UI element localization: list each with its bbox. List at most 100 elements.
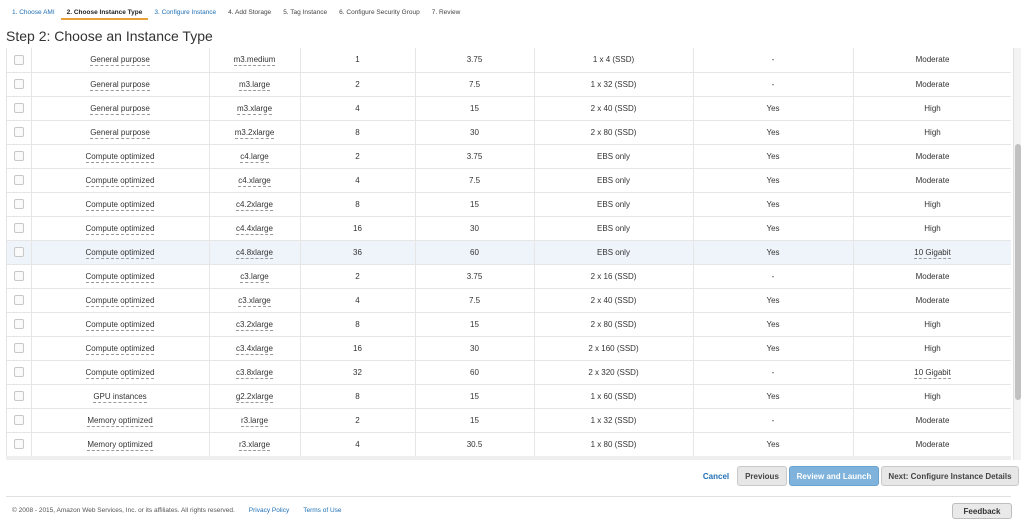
network-performance-cell: Moderate	[853, 432, 1011, 457]
memory-cell-text: 30	[470, 223, 479, 233]
table-row[interactable]: Memory optimized r3.large 2 15 1 x 32 (SSD) -…	[7, 408, 1011, 433]
ebs-optimized-cell-text: Yes	[766, 391, 780, 401]
instance-family-cell-text: Compute optimized	[85, 175, 155, 187]
instance-type-cell: r3.large	[209, 408, 301, 433]
wizard-step-configure-instance[interactable]: 3. Configure Instance	[148, 0, 222, 20]
table-row[interactable]: Compute optimized c3.4xlarge 16 30 2 x 160 (…	[7, 336, 1011, 361]
row-select-checkbox[interactable]	[13, 247, 24, 257]
instance-storage-cell-text: 2 x 80 (SSD)	[590, 127, 637, 137]
instance-type-cell: m3.xlarge	[209, 96, 301, 121]
ebs-optimized-cell-text: Yes	[766, 199, 780, 209]
scrollbar-thumb[interactable]	[1015, 144, 1021, 400]
row-select-checkbox[interactable]	[13, 271, 24, 281]
vcpus-cell-text: 8	[355, 127, 360, 137]
network-performance-cell-text: High	[924, 391, 941, 401]
row-select-checkbox[interactable]	[13, 54, 24, 65]
row-select-checkbox[interactable]	[13, 343, 24, 353]
instance-type-cell: c3.large	[209, 264, 301, 289]
instance-type-cell: m3.medium	[209, 48, 301, 73]
table-row[interactable]: Compute optimized c4.8xlarge 36 60 EBS only Y…	[7, 240, 1011, 265]
wizard-step-configure-security-group[interactable]: 6. Configure Security Group	[333, 0, 426, 20]
table-row[interactable]: Memory optimized r3.xlarge 4 30.5 1 x 80 (SS…	[7, 432, 1011, 457]
wizard-step-choose-ami[interactable]: 1. Choose AMI	[6, 0, 61, 20]
vcpus-cell-text: 8	[355, 391, 360, 401]
terms-of-use-link[interactable]: Terms of Use	[303, 507, 341, 514]
ebs-optimized-cell-text: Yes	[766, 247, 780, 257]
privacy-policy-link[interactable]: Privacy Policy	[249, 507, 289, 514]
instance-family-cell: Compute optimized	[31, 240, 210, 265]
memory-cell: 60	[415, 360, 535, 385]
row-select-checkbox[interactable]	[13, 439, 24, 449]
vcpus-cell: 8	[300, 120, 416, 145]
instance-type-cell: m3.large	[209, 72, 301, 97]
previous-button[interactable]: Previous	[737, 466, 787, 486]
instance-storage-cell-text: 2 x 40 (SSD)	[590, 295, 637, 305]
horizontal-scrollbar[interactable]	[6, 456, 1011, 460]
instance-storage-cell: 1 x 32 (SSD)	[534, 408, 694, 433]
instance-family-cell: Compute optimized	[31, 264, 210, 289]
row-select-checkbox[interactable]	[13, 295, 24, 305]
table-row[interactable]: GPU instances g2.2xlarge 8 15 1 x 60 (SSD) Ye…	[7, 384, 1011, 409]
instance-storage-cell-text: 2 x 160 (SSD)	[588, 343, 639, 353]
table-row[interactable]: General purpose m3.2xlarge 8 30 2 x 80 (SSD)…	[7, 120, 1011, 145]
table-row[interactable]: Compute optimized c3.2xlarge 8 15 2 x 80 (SS…	[7, 312, 1011, 337]
row-select-cell	[7, 432, 32, 457]
next-configure-instance-details-button[interactable]: Next: Configure Instance Details	[881, 466, 1019, 486]
table-row[interactable]: Compute optimized c3.xlarge 4 7.5 2 x 40 (SS…	[7, 288, 1011, 313]
instance-family-cell-text: Compute optimized	[85, 319, 155, 331]
instance-storage-cell-text: 1 x 60 (SSD)	[590, 391, 637, 401]
instance-type-cell: c4.4xlarge	[209, 216, 301, 241]
page-title: Step 2: Choose an Instance Type	[6, 28, 213, 44]
row-select-checkbox[interactable]	[13, 151, 24, 161]
row-select-checkbox[interactable]	[13, 103, 24, 113]
table-row[interactable]: Compute optimized c3.8xlarge 32 60 2 x 320 (…	[7, 360, 1011, 385]
row-select-checkbox[interactable]	[13, 79, 24, 89]
instance-storage-cell-text: 1 x 4 (SSD)	[592, 55, 635, 65]
ebs-optimized-cell: Yes	[693, 432, 854, 457]
vcpus-cell: 2	[300, 72, 416, 97]
feedback-button[interactable]: Feedback	[952, 503, 1012, 519]
table-row[interactable]: Compute optimized c4.4xlarge 16 30 EBS only Y…	[7, 216, 1011, 241]
ebs-optimized-cell-text: Yes	[766, 223, 780, 233]
table-row[interactable]: General purpose m3.medium 1 3.75 1 x 4 (SSD)…	[7, 48, 1011, 73]
network-performance-cell: 10 Gigabit	[853, 360, 1011, 385]
vertical-scrollbar[interactable]	[1013, 48, 1021, 460]
row-select-checkbox[interactable]	[13, 127, 24, 137]
row-select-checkbox[interactable]	[13, 175, 24, 185]
wizard-step-tag-instance[interactable]: 5. Tag Instance	[277, 0, 333, 20]
instance-storage-cell: 2 x 40 (SSD)	[534, 96, 694, 121]
row-select-checkbox[interactable]	[13, 199, 24, 209]
table-row[interactable]: Compute optimized c3.large 2 3.75 2 x 16 (SS…	[7, 264, 1011, 289]
vcpus-cell-text: 4	[355, 175, 360, 185]
row-select-checkbox[interactable]	[13, 391, 24, 401]
row-select-checkbox[interactable]	[13, 223, 24, 233]
instance-storage-cell: 2 x 80 (SSD)	[534, 120, 694, 145]
wizard-step-choose-instance-type[interactable]: 2. Choose Instance Type	[60, 0, 149, 20]
instance-type-cell-text: c3.large	[240, 271, 269, 283]
instance-storage-cell: EBS only	[534, 144, 694, 169]
review-and-launch-button[interactable]: Review and Launch	[789, 466, 879, 486]
cancel-button[interactable]: Cancel	[696, 466, 736, 486]
row-select-checkbox[interactable]	[13, 415, 24, 425]
instance-storage-cell: 2 x 320 (SSD)	[534, 360, 694, 385]
row-select-checkbox[interactable]	[13, 367, 24, 377]
instance-type-cell-text: c3.xlarge	[238, 295, 271, 307]
network-performance-cell-text: High	[924, 127, 941, 137]
instance-type-cell-text: g2.2xlarge	[235, 391, 274, 403]
instance-storage-cell-text: EBS only	[597, 175, 630, 185]
instance-storage-cell-text: 1 x 80 (SSD)	[590, 439, 637, 449]
wizard-step-review[interactable]: 7. Review	[426, 0, 467, 20]
instance-family-cell-text: General purpose	[90, 55, 150, 67]
table-row[interactable]: General purpose m3.large 2 7.5 1 x 32 (SSD) -…	[7, 72, 1011, 97]
table-row[interactable]: Compute optimized c4.large 2 3.75 EBS only Ye…	[7, 144, 1011, 169]
row-select-cell	[7, 384, 32, 409]
instance-family-cell: General purpose	[31, 120, 210, 145]
table-row[interactable]: Compute optimized c4.2xlarge 8 15 EBS only Ye…	[7, 192, 1011, 217]
table-row[interactable]: General purpose m3.xlarge 4 15 2 x 40 (SSD) Y…	[7, 96, 1011, 121]
row-select-checkbox[interactable]	[13, 319, 24, 329]
wizard-step-add-storage[interactable]: 4. Add Storage	[222, 0, 277, 20]
instance-family-cell-text: Compute optimized	[85, 295, 155, 307]
instance-type-cell: c3.2xlarge	[209, 312, 301, 337]
ebs-optimized-cell: -	[693, 408, 854, 433]
table-row[interactable]: Compute optimized c4.xlarge 4 7.5 EBS only Ye…	[7, 168, 1011, 193]
